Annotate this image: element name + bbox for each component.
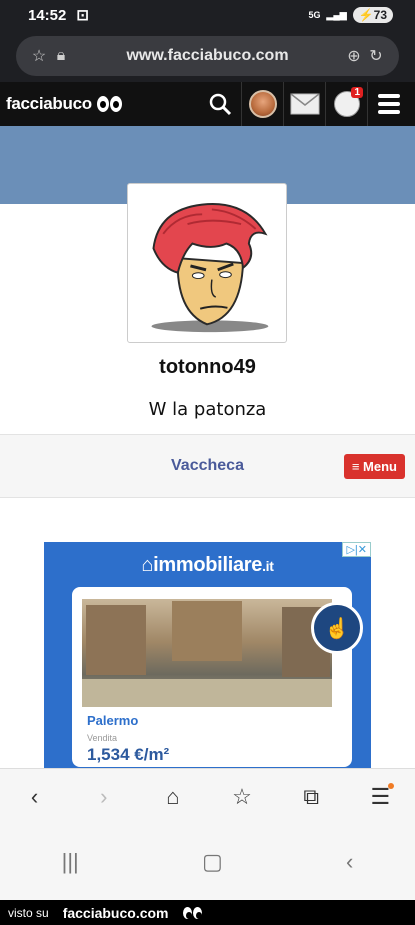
browser-menu-icon[interactable]: ☰ xyxy=(360,777,400,817)
bookmarks-icon[interactable]: ☆ xyxy=(222,777,262,817)
ad-price: 1,534 €/m² xyxy=(87,745,170,764)
profile-motto: W la patonza xyxy=(148,399,267,420)
tabs-icon[interactable]: ⧉ xyxy=(291,777,331,817)
home-icon[interactable]: ⌂ xyxy=(153,777,193,817)
swipe-hand-icon[interactable]: ☝ xyxy=(311,602,363,654)
system-back-icon[interactable]: ‹ xyxy=(346,849,353,875)
footer-site: facciabuco.com xyxy=(62,904,169,921)
menu-button[interactable]: ≡ Menu xyxy=(343,454,405,479)
url-text[interactable]: www.facciabuco.com xyxy=(72,47,343,65)
messages-icon[interactable] xyxy=(283,82,325,126)
search-icon[interactable] xyxy=(199,82,241,126)
address-bar[interactable]: ☆ 🔒︎ www.facciabuco.com ⊕ ↻ xyxy=(16,36,399,76)
profile-picture[interactable] xyxy=(127,183,287,343)
site-logo[interactable]: facciabuco xyxy=(6,94,122,114)
watermark-footer: visto su facciabuco.com xyxy=(0,900,415,925)
system-home-icon[interactable]: ▢ xyxy=(202,849,223,875)
lock-icon: 🔒︎ xyxy=(56,47,66,64)
profile-menu-bar: Vaccheca ≡ Menu xyxy=(0,434,415,498)
site-header: facciabuco 1 xyxy=(0,82,415,126)
profile-username: totonno49 xyxy=(159,356,256,378)
battery-icon: ⚡73 xyxy=(352,7,393,23)
browser-toolbar: ☆ 🔒︎ www.facciabuco.com ⊕ ↻ xyxy=(0,30,415,82)
download-icon[interactable]: ⊕ xyxy=(343,45,365,67)
ad-brand-logo: ⌂immobiliare.it xyxy=(141,554,274,576)
logo-eyes-icon xyxy=(96,96,122,112)
network-label: 5G xyxy=(308,10,321,20)
notification-badge: 1 xyxy=(351,87,363,98)
signal-icon: ▂▄▆ xyxy=(326,9,347,20)
advertisement[interactable]: ▷|✕ ⌂immobiliare.it Palermo Vendita 1,53… xyxy=(44,542,371,772)
clock: 14:52 xyxy=(28,6,67,24)
ad-listing-card[interactable]: Palermo Vendita 1,534 €/m² xyxy=(72,587,352,767)
ad-listing-photo xyxy=(82,599,332,707)
ad-container: ▷|✕ ⌂immobiliare.it Palermo Vendita 1,53… xyxy=(0,498,415,773)
notifications-icon[interactable]: 1 xyxy=(325,82,367,126)
battery-level: 73 xyxy=(373,8,387,22)
ad-listing-type: Vendita xyxy=(87,733,118,743)
forward-icon[interactable]: › xyxy=(84,777,124,817)
footer-eyes-icon xyxy=(182,906,202,919)
reload-icon[interactable]: ↻ xyxy=(365,45,387,67)
user-avatar[interactable] xyxy=(241,82,283,126)
back-icon[interactable]: ‹ xyxy=(15,777,55,817)
profile-section: totonno49 W la patonza xyxy=(0,183,415,434)
screenshot-icon: ⊡ xyxy=(76,7,89,24)
bookmark-star-icon[interactable]: ☆ xyxy=(28,45,50,67)
system-nav-bar: ||| ▢ ‹ xyxy=(0,824,415,900)
ad-city: Palermo xyxy=(87,713,139,728)
recent-apps-icon[interactable]: ||| xyxy=(62,849,79,875)
browser-bottom-nav: ‹ › ⌂ ☆ ⧉ ☰ xyxy=(0,768,415,824)
footer-prefix: visto su xyxy=(8,905,49,920)
logo-text: facciabuco xyxy=(6,94,92,113)
status-bar: 14:52 ⊡ 5G ▂▄▆ ⚡73 xyxy=(0,0,415,30)
hamburger-menu-icon[interactable] xyxy=(367,82,409,126)
